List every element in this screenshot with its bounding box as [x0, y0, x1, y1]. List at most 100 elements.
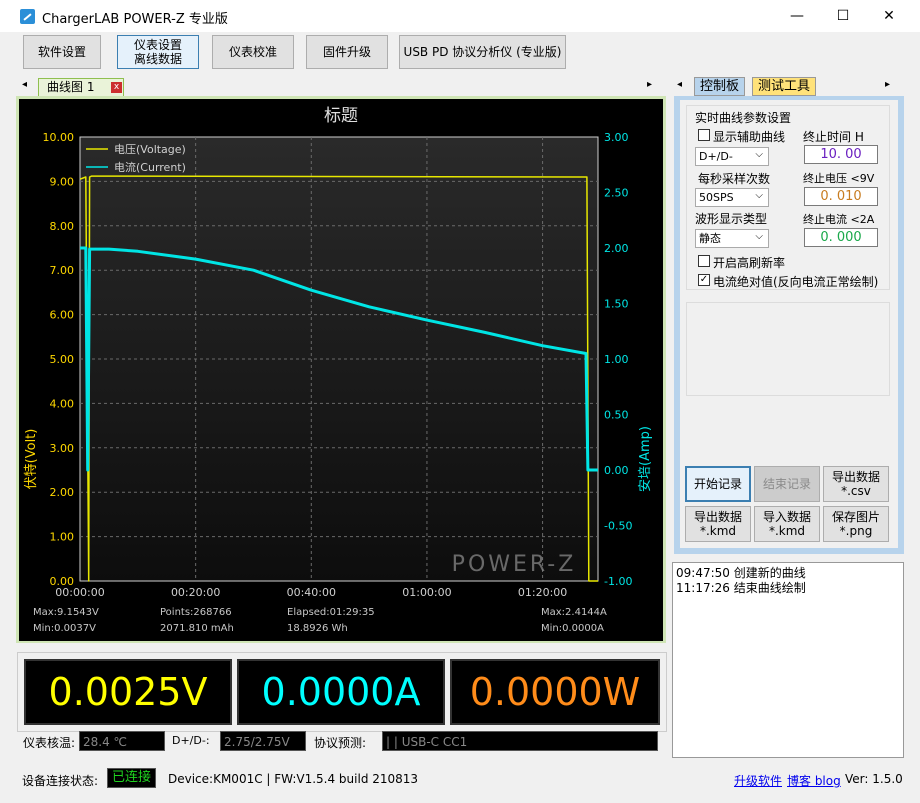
temp-value: 28.4 ℃ [79, 731, 165, 751]
export-csv-button[interactable]: 导出数据 *.csv [823, 466, 889, 502]
export-kmd-button[interactable]: 导出数据 *.kmd [685, 506, 751, 542]
x-tick: 00:00:00 [55, 586, 104, 599]
pd-analyzer-button[interactable]: USB PD 协议分析仪 (专业版) [399, 35, 566, 69]
wave-type-label: 波形显示类型 [695, 212, 768, 226]
start-record-button[interactable]: 开始记录 [685, 466, 751, 502]
aux-select[interactable]: D+/D- [695, 146, 769, 166]
sample-rate-label: 每秒采样次数 [698, 172, 771, 186]
curve-params-title: 实时曲线参数设置 [695, 111, 792, 125]
upgrade-link[interactable]: 升级软件 [734, 772, 782, 789]
stat-min-voltage: Min:0.0037V [33, 623, 96, 634]
import-kmd-button[interactable]: 导入数据 *.kmd [754, 506, 820, 542]
dpdm-label: D+/D-: [172, 734, 210, 747]
firmware-upgrade-label: 固件升级 [322, 45, 371, 59]
power-value: 0.0000W [469, 670, 641, 714]
y-tick-left: 4.00 [50, 397, 75, 410]
stop-record-label: 结束记录 [762, 477, 811, 491]
minimize-button[interactable]: — [774, 0, 820, 32]
end-voltage-input[interactable]: 0. 010 [804, 187, 878, 206]
meter-settings-button[interactable]: 仪表设置 离线数据 [117, 35, 199, 69]
dpdm-value: 2.75/2.75V [220, 731, 306, 751]
y-tick-right: 0.00 [604, 464, 629, 477]
protocol-value: | | USB-C CC1 [382, 731, 658, 751]
app-window: ChargerLAB POWER-Z 专业版 — ☐ ✕ 软件设置 仪表设置 离… [0, 0, 920, 803]
voltage-readout: 0.0025V [24, 659, 232, 725]
x-tick: 00:20:00 [171, 586, 220, 599]
abs-current-label: 电流绝对值(反向电流正常绘制) [713, 275, 879, 289]
wave-type-select[interactable]: 静态 [695, 228, 769, 248]
y-tick-right: 1.50 [604, 298, 629, 311]
save-png-ext: *.png [839, 524, 873, 538]
y-tick-right: 0.50 [604, 409, 629, 422]
save-png-button[interactable]: 保存图片 *.png [823, 506, 889, 542]
stat-points: Points:268766 [160, 607, 232, 618]
software-settings-button[interactable]: 软件设置 [23, 35, 101, 69]
voltage-value: 0.0025V [48, 670, 208, 714]
export-csv-label: 导出数据 [831, 470, 880, 484]
log-box[interactable]: 09:47:50 创建新的曲线 11:17:26 结束曲线绘制 [672, 562, 904, 758]
chart-title: 标题 [324, 106, 358, 126]
device-info: Device:KM001C | FW:V1.5.4 build 210813 [168, 772, 419, 786]
legend-entry: 电流(Current) [114, 160, 186, 174]
meter-settings-label: 仪表设置 [133, 38, 182, 52]
power-z-watermark: POWER-Z [452, 552, 577, 577]
y-tick-right: -1.00 [604, 575, 632, 588]
tab-control-label: 控制板 [700, 79, 740, 94]
protocol-label: 协议预测: [314, 736, 367, 750]
sample-rate-select[interactable]: 50SPS [695, 187, 769, 207]
pd-analyzer-label: USB PD 协议分析仪 (专业版) [403, 45, 562, 59]
import-kmd-label: 导入数据 [762, 510, 811, 524]
save-png-label: 保存图片 [831, 510, 880, 524]
legend-entry: 电压(Voltage) [114, 143, 186, 156]
maximize-button[interactable]: ☐ [820, 0, 866, 32]
sample-rate-value: 50SPS [699, 191, 734, 204]
export-kmd-ext: *.kmd [699, 524, 737, 538]
end-time-label: 终止时间 H [803, 130, 864, 144]
high-refresh-label: 开启高刷新率 [713, 256, 786, 270]
y-tick-right: 2.50 [604, 187, 629, 200]
y-tick-left: 7.00 [50, 264, 75, 277]
stat-max-voltage: Max:9.1543V [33, 607, 99, 618]
end-voltage-label: 终止电压 <9V [803, 172, 875, 185]
high-refresh-checkbox[interactable] [698, 255, 710, 267]
close-tab-icon[interactable]: x [111, 82, 122, 93]
log-line: 09:47:50 创建新的曲线 [676, 566, 806, 580]
aux-select-value: D+/D- [699, 150, 733, 163]
stop-record-button[interactable]: 结束记录 [754, 466, 820, 502]
app-logo-icon [20, 9, 35, 24]
abs-current-checkbox[interactable]: ✓ [698, 274, 710, 286]
firmware-upgrade-button[interactable]: 固件升级 [306, 35, 388, 69]
meter-calibrate-button[interactable]: 仪表校准 [212, 35, 294, 69]
tab-chart-1-label: 曲线图 1 [47, 80, 95, 94]
window-title: ChargerLAB POWER-Z 专业版 [42, 12, 228, 27]
tab-control-board[interactable]: 控制板 [694, 77, 746, 96]
show-aux-label: 显示辅助曲线 [713, 130, 786, 144]
y-tick-left: 5.00 [50, 353, 75, 366]
right-tab-scroll-left-icon[interactable]: ◂ [677, 79, 682, 90]
y-tick-left: 3.00 [50, 442, 75, 455]
temp-label: 仪表核温: [23, 736, 76, 750]
tab-scroll-left-icon[interactable]: ◂ [22, 79, 27, 90]
y-tick-left: 6.00 [50, 309, 75, 322]
x-tick: 01:20:00 [518, 586, 567, 599]
show-aux-checkbox[interactable] [698, 129, 710, 141]
end-time-input[interactable]: 10. 00 [804, 145, 878, 164]
start-record-label: 开始记录 [693, 477, 742, 491]
y-tick-left: 1.00 [50, 531, 75, 544]
y-tick-right: -0.50 [604, 520, 632, 533]
export-kmd-label: 导出数据 [693, 510, 742, 524]
current-value: 0.0000A [261, 670, 421, 714]
end-current-input[interactable]: 0. 000 [804, 228, 878, 247]
close-button[interactable]: ✕ [866, 0, 912, 32]
stat-elapsed: Elapsed:01:29:35 [287, 607, 375, 618]
stat-max-current: Max:2.4144A [541, 607, 607, 618]
y-tick-right: 2.00 [604, 242, 629, 255]
right-tab-scroll-right-icon[interactable]: ▸ [885, 79, 890, 90]
offline-data-label: 离线数据 [133, 52, 182, 66]
empty-group-box [686, 302, 890, 396]
blog-link[interactable]: 博客 blog [787, 772, 841, 789]
x-tick: 00:40:00 [287, 586, 336, 599]
tab-test-tools[interactable]: 测试工具 [752, 77, 817, 96]
tab-scroll-right-icon[interactable]: ▸ [647, 79, 652, 90]
meter-calibrate-label: 仪表校准 [228, 45, 277, 59]
